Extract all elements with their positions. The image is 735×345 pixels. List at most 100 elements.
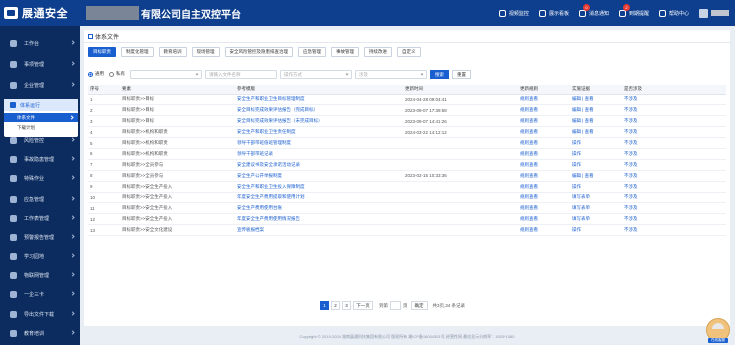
template-link[interactable]: 安全目标完成效果评估报告（完成目标） [235, 104, 403, 117]
sidebar-item[interactable]: 预警报告管理 [0, 228, 80, 246]
page-button[interactable]: 1 [320, 301, 329, 310]
element-select[interactable] [130, 69, 202, 79]
tab[interactable]: 应急管理 [298, 47, 326, 57]
sidebar-item-system-operation[interactable]: 体系运行 [4, 99, 78, 111]
sidebar-item[interactable]: 一企三卡 [0, 285, 80, 303]
evidence-actions[interactable]: 编辑 | 查看 [570, 170, 622, 182]
evidence-actions[interactable]: 编辑 | 查看 [570, 104, 622, 117]
tab[interactable]: 制度化管理 [121, 47, 154, 57]
tab[interactable]: 持续改进 [364, 47, 392, 57]
rule-view-link[interactable]: 规则查看 [518, 94, 570, 106]
page-button[interactable]: 3 [342, 301, 351, 310]
evidence-actions[interactable]: 操作 [570, 159, 622, 171]
sidebar-item-label: 物联网管理 [24, 272, 50, 279]
rule-view-link[interactable]: 规则查看 [518, 213, 570, 226]
tab[interactable]: 目标职责 [88, 47, 116, 57]
involve-toggle[interactable]: 不涉及 [622, 159, 726, 171]
involve-select[interactable]: 涉及 [355, 69, 427, 79]
header-nav-item[interactable]: 视频监控 [498, 9, 529, 17]
sidebar-item[interactable]: 风险管控 [0, 131, 80, 149]
involve-toggle[interactable]: 不涉及 [622, 126, 726, 139]
sidebar-item[interactable]: 事项管理 [0, 55, 80, 73]
sidebar-item[interactable]: 企业管理 [0, 76, 80, 94]
evidence-actions[interactable]: 填写表单 [570, 213, 622, 226]
radio-private[interactable]: 私有 [109, 71, 125, 77]
rule-view-link[interactable]: 规则查看 [518, 115, 570, 128]
customer-service-label[interactable]: 在线客服 [708, 338, 728, 343]
tab[interactable]: 教育培训 [158, 47, 187, 57]
operation-select[interactable]: 操作方式 [280, 69, 352, 79]
involve-toggle[interactable]: 不涉及 [622, 94, 726, 106]
involve-toggle[interactable]: 不涉及 [622, 224, 726, 237]
evidence-actions[interactable]: 编辑 | 查看 [570, 94, 622, 106]
redacted-username[interactable] [711, 10, 729, 16]
search-button[interactable]: 搜索 [430, 69, 449, 79]
involve-toggle[interactable]: 不涉及 [622, 104, 726, 117]
evidence-actions[interactable]: 填写表单 [570, 192, 622, 204]
goto-page-input[interactable] [390, 301, 401, 310]
sidebar-item[interactable]: 物联网管理 [0, 266, 80, 284]
header-nav-item[interactable]: 帮助中心 [658, 9, 689, 17]
template-link[interactable]: 领导干部带班记录 [235, 148, 403, 160]
involve-toggle[interactable]: 不涉及 [622, 148, 726, 160]
tab[interactable]: 现场管理 [191, 47, 220, 57]
sidebar-item[interactable]: 教育培训 [0, 324, 80, 342]
evidence-actions[interactable]: 填写表单 [570, 202, 622, 215]
template-link[interactable]: 安全建议书及安全承诺活动记录 [235, 159, 403, 171]
involve-toggle[interactable]: 不涉及 [622, 213, 726, 226]
tab[interactable]: 事故管理 [331, 47, 359, 57]
sidebar-item[interactable]: 工作台 [0, 34, 80, 52]
rule-view-link[interactable]: 规则查看 [518, 192, 570, 204]
rule-view-link[interactable]: 规则查看 [518, 170, 570, 182]
template-link[interactable]: 安全生产公开举报制度 [235, 170, 403, 182]
template-link[interactable]: 安全生产和职业卫生目标管理制度 [235, 94, 403, 106]
rule-view-link[interactable]: 规则查看 [518, 202, 570, 215]
rule-view-link[interactable]: 规则查看 [518, 159, 570, 171]
submenu-item-system-files[interactable]: 体系文件 [4, 113, 78, 122]
template-link[interactable]: 安全目标完成效果评估报告（未完成目标） [235, 115, 403, 128]
avatar[interactable] [699, 8, 708, 18]
reset-button[interactable]: 重置 [452, 69, 471, 79]
rule-view-link[interactable]: 规则查看 [518, 224, 570, 237]
involve-toggle[interactable]: 不涉及 [622, 170, 726, 182]
radio-general[interactable]: 通用 [88, 71, 104, 77]
template-link[interactable]: 年度安全生产费用使用情况报告 [235, 213, 403, 226]
sidebar-item[interactable]: 工作表管理 [0, 209, 80, 227]
evidence-actions[interactable]: 操作 [570, 137, 622, 149]
tab[interactable]: 安全风险管控及隐患排查治理 [224, 47, 293, 57]
sidebar-item[interactable]: 导出文件下载 [0, 305, 80, 323]
template-link[interactable]: 领导干部带班值班管理制度 [235, 137, 403, 149]
involve-toggle[interactable]: 不涉及 [622, 192, 726, 204]
sidebar-item[interactable]: 应急管理 [0, 190, 80, 208]
involve-toggle[interactable]: 不涉及 [622, 202, 726, 215]
rule-view-link[interactable]: 规则查看 [518, 104, 570, 117]
rule-view-link[interactable]: 规则查看 [518, 148, 570, 160]
rule-view-link[interactable]: 规则查看 [518, 181, 570, 193]
template-link[interactable]: 安全生产和职业卫生投入保障制度 [235, 181, 403, 193]
template-link[interactable]: 安全生产和职业卫生责任制度 [235, 126, 403, 139]
sidebar-item[interactable]: 事故隐患管理 [0, 150, 80, 168]
tab[interactable]: 自定义 [397, 47, 421, 57]
involve-toggle[interactable]: 不涉及 [622, 137, 726, 149]
involve-toggle[interactable]: 不涉及 [622, 181, 726, 193]
template-link[interactable]: 安全生产费用使用台账 [235, 202, 403, 215]
next-page-button[interactable]: 下一页 [353, 301, 373, 310]
header-nav-item[interactable]: 展示看板 [538, 9, 569, 17]
involve-toggle[interactable]: 不涉及 [622, 115, 726, 128]
sidebar-item[interactable]: 学习园地 [0, 247, 80, 265]
evidence-actions[interactable]: 操作 [570, 224, 622, 237]
page-button[interactable]: 2 [331, 301, 340, 310]
header-nav-item[interactable]: 2 到期提醒 [618, 3, 649, 17]
rule-view-link[interactable]: 规则查看 [518, 137, 570, 149]
confirm-button[interactable]: 确定 [410, 301, 428, 310]
template-link[interactable]: 年度安全生产费用提取和使用计划 [235, 192, 403, 204]
header-nav-item[interactable]: 0 消息通知 [578, 3, 609, 17]
evidence-actions[interactable]: 操作 [570, 148, 622, 160]
evidence-actions[interactable]: 编辑 | 查看 [570, 126, 622, 139]
evidence-actions[interactable]: 编辑 | 查看 [570, 115, 622, 128]
sidebar-item[interactable]: 特殊作业 [0, 169, 80, 187]
rule-view-link[interactable]: 规则查看 [518, 126, 570, 139]
template-link[interactable]: 宣传板报档案 [235, 224, 403, 237]
file-name-input[interactable]: 请输入文件名称 [205, 69, 277, 79]
evidence-actions[interactable]: 操作 [570, 181, 622, 193]
